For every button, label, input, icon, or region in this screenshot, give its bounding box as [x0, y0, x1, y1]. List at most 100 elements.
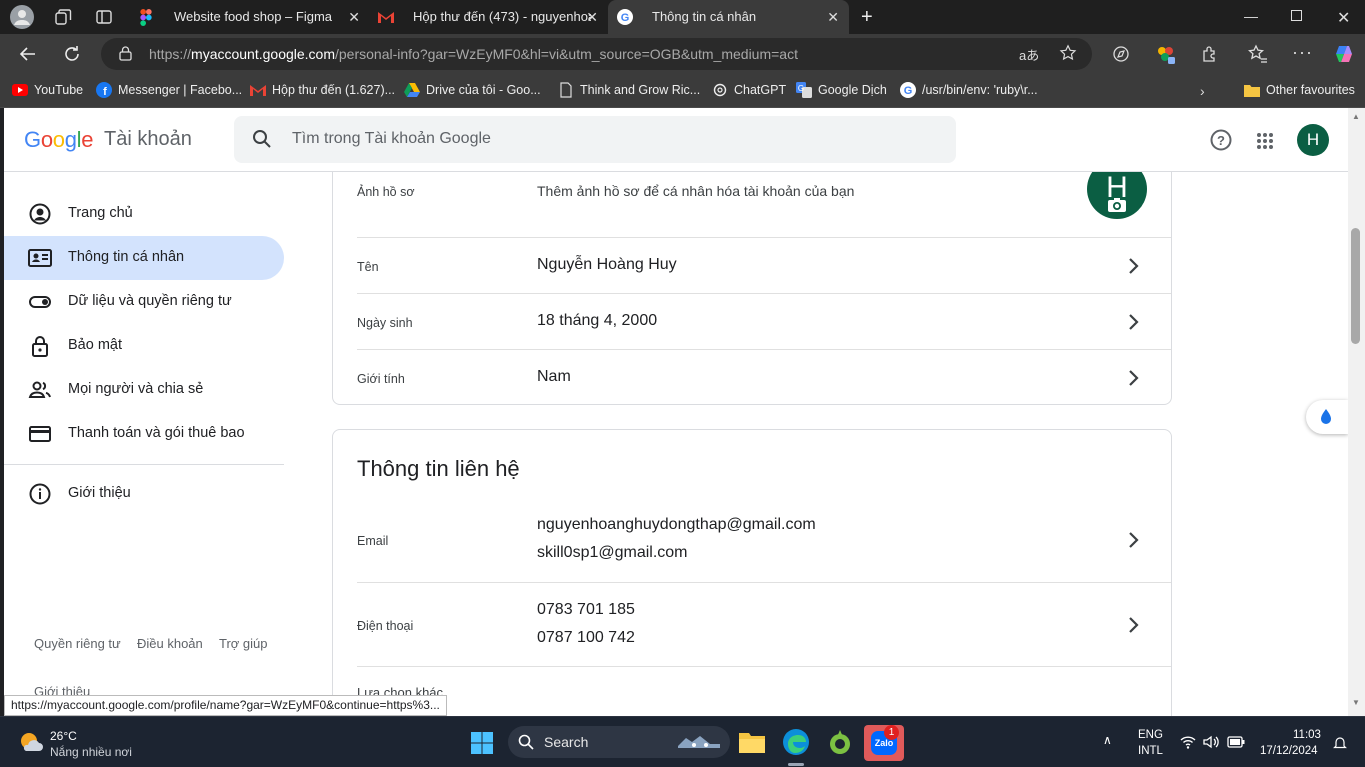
zalo-button[interactable]: Zalo 1	[864, 725, 904, 761]
sidebar-item-label: Trang chủ	[68, 205, 133, 221]
sidebar-item-people-sharing[interactable]: Mọi người và chia sẻ	[4, 368, 284, 412]
back-icon[interactable]	[18, 44, 38, 64]
floating-extension-button[interactable]	[1306, 400, 1348, 434]
sidebar-item-label: Thanh toán và gói thuê bao	[68, 425, 245, 441]
extensions-icon[interactable]	[1200, 44, 1220, 64]
bookmark-youtube[interactable]: YouTube	[12, 82, 83, 98]
name-row[interactable]: Tên Nguyễn Hoàng Huy	[357, 237, 1171, 293]
footer-privacy-link[interactable]: Quyền riêng tư	[34, 636, 121, 651]
help-icon[interactable]: ?	[1209, 128, 1233, 152]
bookmark-google-translate[interactable]: G Google Dịch	[796, 82, 887, 98]
gender-row[interactable]: Giới tính Nam	[357, 349, 1171, 405]
weather-icon[interactable]	[18, 730, 44, 754]
clock-date[interactable]: 17/12/2024	[1260, 745, 1318, 757]
contact-info-card: Thông tin liên hệ Email nguyenhoanghuydo…	[332, 429, 1172, 716]
sidebar-item-payments[interactable]: Thanh toán và gói thuê bao	[4, 412, 284, 456]
footer-terms-link[interactable]: Điều khoản	[137, 636, 203, 651]
wifi-icon[interactable]	[1180, 735, 1196, 749]
app-green-icon[interactable]	[826, 728, 854, 756]
taskbar-search[interactable]: Search	[508, 726, 730, 758]
notifications-icon[interactable]	[1333, 736, 1347, 750]
new-tab-button[interactable]: +	[861, 6, 873, 29]
color-extension-icon[interactable]	[1156, 45, 1176, 65]
svg-text:G: G	[621, 12, 630, 24]
close-icon[interactable]: ✕	[827, 9, 839, 26]
sidebar-item-personal-info[interactable]: Thông tin cá nhân	[4, 236, 284, 280]
refresh-icon[interactable]	[62, 44, 82, 64]
clock-time[interactable]: 11:03	[1293, 729, 1321, 741]
profile-icon[interactable]	[10, 5, 34, 29]
sidebar-item-about[interactable]: Giới thiệu	[4, 472, 284, 516]
status-url-tooltip: https://myaccount.google.com/profile/nam…	[4, 695, 447, 716]
favorite-star-icon[interactable]	[1059, 44, 1077, 62]
more-options-row[interactable]: Lựa chọn khác	[357, 666, 1171, 716]
tab-actions-icon[interactable]	[95, 8, 113, 26]
edge-icon[interactable]	[782, 728, 810, 756]
sidebar-item-home[interactable]: Trang chủ	[4, 192, 284, 236]
favorites-icon[interactable]	[1248, 44, 1268, 64]
tab-title: Thông tin cá nhân	[652, 9, 757, 24]
bookmark-think-and-grow[interactable]: Think and Grow Ric...	[558, 82, 700, 98]
chevron-up-icon[interactable]: ∧	[1103, 733, 1112, 747]
volume-icon[interactable]	[1203, 735, 1219, 749]
svg-text:?: ?	[1217, 133, 1225, 148]
tracking-icon[interactable]	[1112, 45, 1130, 63]
tab-figma[interactable]: Website food shop – Figma ✕	[130, 0, 370, 34]
tab-title: Website food shop – Figma	[174, 9, 333, 24]
sidebar-item-security[interactable]: Bảo mật	[4, 324, 284, 368]
close-window-button[interactable]: ✕	[1337, 8, 1350, 28]
phone-label: Điện thoại	[357, 619, 414, 633]
facebook-icon: f	[96, 82, 112, 98]
google-logo[interactable]: Google	[24, 127, 93, 153]
battery-icon[interactable]	[1227, 736, 1245, 748]
search-highlight-icon	[674, 732, 724, 752]
workspaces-icon[interactable]	[54, 8, 72, 26]
language-code[interactable]: ENG	[1138, 729, 1163, 741]
close-icon[interactable]: ✕	[348, 9, 360, 26]
other-favourites[interactable]: Other favourites	[1244, 82, 1355, 98]
sidebar-item-data-privacy[interactable]: Dữ liệu và quyền riêng tư	[4, 280, 284, 324]
svg-text:G: G	[904, 85, 913, 97]
keyboard-layout[interactable]: INTL	[1138, 745, 1163, 757]
svg-text:f: f	[103, 86, 107, 98]
search-icon	[252, 129, 272, 149]
bookmark-gmail[interactable]: Hộp thư đến (1.627)...	[250, 82, 395, 98]
id-card-icon	[28, 246, 52, 270]
bookmark-ruby[interactable]: G /usr/bin/env: 'ruby\r...	[900, 82, 1038, 98]
chevron-right-icon[interactable]: ›	[1200, 83, 1205, 99]
account-circle-icon	[28, 202, 52, 226]
footer-help-link[interactable]: Trợ giúp	[219, 636, 268, 651]
copilot-icon[interactable]	[1333, 43, 1355, 65]
bookmark-drive[interactable]: Drive của tôi - Goo...	[404, 82, 541, 98]
search-input[interactable]: Tìm trong Tài khoản Google	[234, 116, 956, 163]
bookmark-label: Google Dịch	[818, 83, 887, 97]
name-value: Nguyễn Hoàng Huy	[537, 256, 677, 273]
page-scrollbar[interactable]: ▲ ▼	[1348, 108, 1365, 716]
tab-gmail[interactable]: Hộp thư đến (473) - nguyenhoang ✕	[370, 0, 608, 34]
url-field[interactable]: https://myaccount.google.com/personal-in…	[101, 38, 1092, 70]
bookmark-label: Messenger | Facebo...	[118, 83, 243, 97]
more-menu-icon[interactable]: ···	[1292, 42, 1313, 63]
restore-button[interactable]	[1291, 10, 1302, 21]
file-explorer-icon[interactable]	[738, 729, 766, 755]
bookmark-label: /usr/bin/env: 'ruby\r...	[922, 83, 1038, 97]
birthday-row[interactable]: Ngày sinh 18 tháng 4, 2000	[357, 293, 1171, 349]
email-row[interactable]: Email nguyenhoanghuydongthap@gmail.com s…	[357, 502, 1171, 582]
phone-row[interactable]: Điện thoại 0783 701 185 0787 100 742	[357, 582, 1171, 666]
scroll-up-icon[interactable]: ▲	[1352, 112, 1360, 121]
apps-grid-icon[interactable]	[1256, 132, 1274, 150]
search-icon	[518, 734, 534, 750]
scroll-down-icon[interactable]: ▼	[1352, 698, 1360, 707]
read-aloud-icon[interactable]: aあ	[1019, 45, 1039, 64]
avatar[interactable]: H	[1297, 124, 1329, 156]
scroll-thumb[interactable]	[1351, 228, 1360, 344]
tab-personal-info[interactable]: G Thông tin cá nhân ✕	[608, 0, 849, 34]
site-info-icon[interactable]	[118, 46, 133, 61]
minimize-button[interactable]: —	[1244, 8, 1258, 24]
start-icon[interactable]	[470, 731, 494, 755]
email-label: Email	[357, 534, 389, 548]
bookmark-messenger[interactable]: f Messenger | Facebo...	[96, 82, 242, 98]
close-icon[interactable]: ✕	[586, 9, 598, 26]
bookmark-chatgpt[interactable]: ChatGPT	[712, 82, 786, 98]
gmail-icon	[378, 11, 394, 23]
